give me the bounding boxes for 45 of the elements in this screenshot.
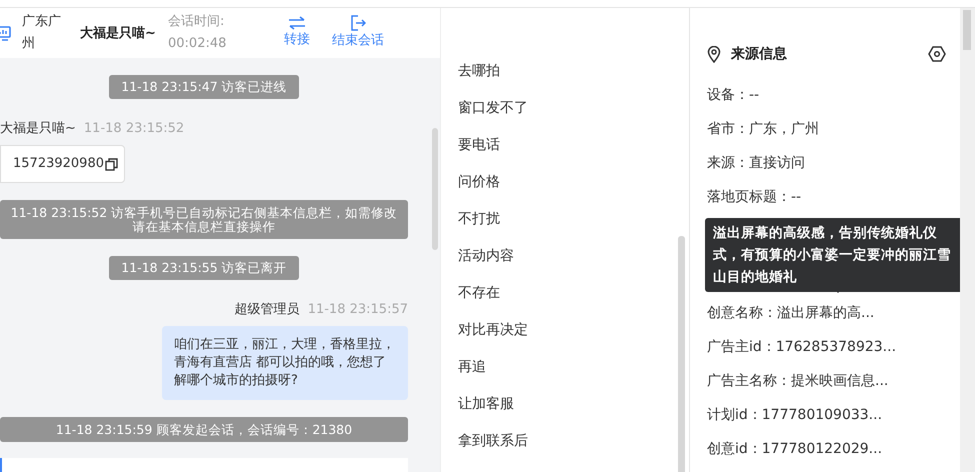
end-session-button[interactable]: 结束会话 bbox=[326, 15, 390, 51]
monitor-icon bbox=[0, 25, 12, 41]
system-notice: 11-18 23:15:59 顾客发起会话，会话编号：21380 bbox=[0, 416, 408, 442]
info-field: 落地页标题：-- bbox=[707, 180, 960, 214]
system-notice: 11-18 23:15:47 访客已进线 bbox=[109, 75, 299, 99]
message-time: 11-18 23:15:52 bbox=[84, 120, 184, 136]
info-field: 省市：广东，广州 bbox=[707, 112, 960, 146]
sender-name: 超级管理员 bbox=[234, 302, 300, 317]
quick-reply-item[interactable]: 再追 bbox=[458, 349, 689, 386]
quick-reply-item[interactable]: 活动内容 bbox=[458, 238, 689, 275]
system-notice: 11-18 23:15:55 访客已离开 bbox=[109, 256, 299, 280]
quick-reply-item[interactable]: 窗口发不了 bbox=[458, 90, 689, 127]
quick-reply-item[interactable]: 不存在 bbox=[458, 275, 689, 312]
scrollbar[interactable] bbox=[678, 236, 685, 472]
location-pin-icon bbox=[707, 46, 721, 62]
quick-reply-item[interactable]: 不打扰 bbox=[458, 201, 689, 238]
session-duration: 会话时间: 00:02:48 bbox=[168, 13, 228, 53]
quick-reply-item[interactable]: 让加客服 bbox=[458, 386, 689, 423]
settings-icon[interactable] bbox=[928, 46, 946, 62]
message-time: 11-18 23:15:57 bbox=[308, 302, 408, 317]
visitor-name: 大福是只喵~ bbox=[80, 24, 157, 42]
info-field: 来源：直接访问 bbox=[707, 146, 960, 180]
system-notice: 11-18 23:15:52 访客手机号已自动标记右侧基本信息栏，如需修改请在基本信息栏直接操作 bbox=[0, 200, 408, 240]
quick-reply-item[interactable]: 问价格 bbox=[458, 164, 689, 201]
copy-icon[interactable] bbox=[104, 158, 118, 170]
scrollbar[interactable] bbox=[963, 10, 971, 50]
exit-icon bbox=[350, 15, 366, 31]
section-title: 来源信息 bbox=[731, 44, 788, 64]
visitor-location: 广东广州 bbox=[22, 13, 62, 53]
quick-reply-item[interactable]: 对比再决定 bbox=[458, 312, 689, 349]
sender-name: 大福是只喵~ bbox=[0, 120, 76, 136]
info-field: 广告主名称：提米映画信息... bbox=[707, 364, 960, 398]
transfer-button[interactable]: 转接 bbox=[278, 16, 316, 50]
info-field: 计划id：177780109033... bbox=[707, 398, 960, 432]
message-bubble: 咱们在三亚，丽江，大理，香格里拉，青海有直营店 都可以拍的哦，您想了解哪个城市的拍摄呀? bbox=[162, 326, 408, 400]
info-field: 设备：-- bbox=[707, 78, 960, 112]
quick-reply-item[interactable]: 拿到联系后 bbox=[458, 423, 689, 460]
quick-reply-item[interactable]: 去哪拍 bbox=[458, 53, 689, 90]
quick-reply-item[interactable]: 要电话 bbox=[458, 127, 689, 164]
scrollbar[interactable] bbox=[432, 128, 438, 250]
message-text: 15723920980 bbox=[13, 155, 104, 174]
info-field: 创意id：177780122029... bbox=[707, 432, 960, 466]
info-field: 广告主id：176285378923... bbox=[707, 330, 960, 364]
info-field: 创意名称：溢出屏幕的高... bbox=[707, 296, 960, 330]
swap-arrows-icon bbox=[288, 16, 306, 30]
